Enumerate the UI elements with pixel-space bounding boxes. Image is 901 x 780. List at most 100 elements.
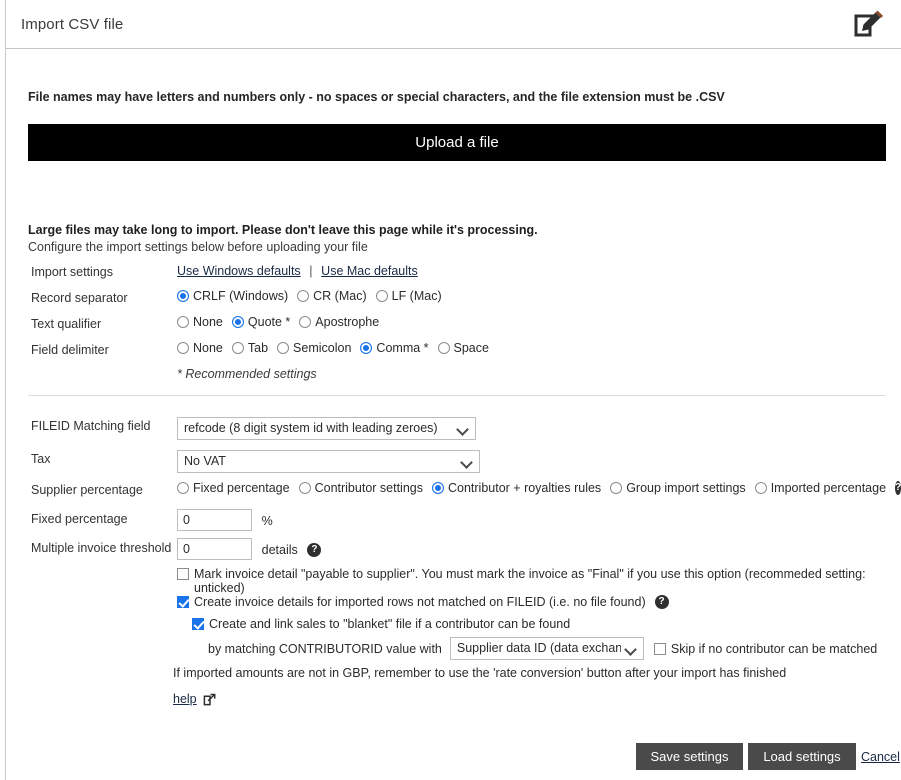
skip-if-no-contributor-checkbox[interactable] (653, 642, 666, 655)
recommended-settings-note: * Recommended settings (177, 367, 317, 381)
load-settings-button[interactable]: Load settings (748, 743, 856, 770)
radio-label: Fixed percentage (193, 481, 290, 495)
radio-indicator (360, 342, 373, 354)
radio-delimiter-space[interactable]: Space (437, 341, 489, 355)
multiple-invoice-threshold-input[interactable] (177, 538, 252, 560)
supplier-percentage-row: Supplier percentage Fixed percentage Con… (6, 481, 901, 503)
create-invoice-details-row[interactable]: Create invoice details for imported rows… (177, 595, 669, 609)
radio-indicator (277, 342, 290, 354)
fileid-matching-select[interactable]: refcode (8 digit system id with leading … (177, 417, 476, 440)
field-delimiter-row: Field delimiter None Tab Semicolon Comma… (6, 341, 901, 363)
radio-indicator (375, 290, 388, 302)
use-mac-defaults-link[interactable]: Use Mac defaults (321, 264, 418, 278)
tax-field: No VAT (177, 450, 891, 473)
radio-delimiter-comma[interactable]: Comma * (360, 341, 429, 355)
radio-delimiter-tab[interactable]: Tab (231, 341, 269, 355)
radio-contributor-royalties-rules[interactable]: Contributor + royalties rules (431, 481, 602, 495)
radio-indicator (297, 290, 310, 302)
field-delimiter-label: Field delimiter (31, 343, 109, 357)
fileid-matching-label: FILEID Matching field (31, 419, 151, 433)
tax-select-wrap: No VAT (177, 450, 480, 473)
help-circle-icon[interactable]: ? (307, 542, 322, 557)
supplier-data-id-select[interactable]: Supplier data ID (data exchange) (449, 637, 644, 660)
radio-qualifier-none[interactable]: None (177, 315, 223, 329)
payable-to-supplier-row[interactable]: Mark invoice detail "payable to supplier… (177, 567, 891, 595)
create-invoice-details-checkbox[interactable] (177, 596, 189, 608)
radio-delimiter-none[interactable]: None (177, 341, 223, 355)
large-files-warning: Large files may take long to import. Ple… (28, 223, 538, 237)
radio-label: Apostrophe (315, 315, 380, 329)
radio-fixed-percentage[interactable]: Fixed percentage (177, 481, 290, 495)
create-invoice-details-label: Create invoice details for imported rows… (194, 595, 646, 609)
radio-indicator (610, 482, 623, 494)
radio-label: Contributor settings (314, 481, 423, 495)
contributorid-matching-prefix: by matching CONTRIBUTORID value with (208, 641, 442, 656)
radio-contributor-settings[interactable]: Contributor settings (298, 481, 423, 495)
create-link-blanket-row[interactable]: Create and link sales to "blanket" file … (192, 617, 570, 631)
radio-crlf-windows[interactable]: CRLF (Windows) (177, 289, 288, 303)
radio-indicator (299, 316, 312, 328)
configure-settings-hint: Configure the import settings below befo… (28, 240, 368, 254)
radio-cr-mac[interactable]: CR (Mac) (297, 289, 367, 303)
gbp-conversion-note: If imported amounts are not in GBP, reme… (173, 666, 787, 680)
multiple-invoice-threshold-suffix: details (261, 542, 298, 557)
text-qualifier-row: Text qualifier None Quote * Apostrophe (6, 315, 901, 337)
radio-label: Group import settings (626, 481, 746, 495)
page-title: Import CSV file (21, 16, 124, 33)
help-link-row[interactable]: help (173, 692, 216, 706)
record-separator-row: Record separator CRLF (Windows) CR (Mac)… (6, 289, 901, 311)
radio-label: None (193, 341, 223, 355)
skip-if-no-contributor-row[interactable]: Skip if no contributor can be matched (653, 641, 878, 656)
help-link[interactable]: help (173, 692, 197, 706)
radio-qualifier-apostrophe[interactable]: Apostrophe (299, 315, 379, 329)
supplier-percentage-label: Supplier percentage (31, 483, 143, 497)
radio-label: CR (Mac) (313, 289, 367, 303)
cancel-link[interactable]: Cancel (861, 750, 900, 764)
settings-divider (28, 395, 886, 396)
radio-indicator (177, 342, 189, 354)
import-settings-label: Import settings (31, 265, 113, 279)
fixed-percentage-input[interactable] (177, 509, 252, 531)
radio-lf-mac[interactable]: LF (Mac) (375, 289, 442, 303)
radio-label: Contributor + royalties rules (447, 481, 602, 495)
help-circle-icon[interactable]: ? (654, 595, 669, 609)
radio-indicator (754, 482, 767, 494)
dialog-content: File names may have letters and numbers … (6, 49, 901, 780)
help-circle-icon[interactable]: ? (895, 481, 901, 495)
multiple-invoice-threshold-row: Multiple invoice threshold details ? (6, 538, 901, 564)
radio-indicator (298, 482, 311, 494)
import-settings-row: Import settings Use Windows defaults | U… (6, 263, 901, 285)
fileid-matching-field: refcode (8 digit system id with leading … (177, 417, 891, 440)
text-qualifier-options: None Quote * Apostrophe (177, 315, 891, 329)
multiple-invoice-threshold-field: details ? (177, 538, 891, 560)
radio-delimiter-semicolon[interactable]: Semicolon (277, 341, 351, 355)
contributorid-matching-row: by matching CONTRIBUTORID value with Sup… (208, 637, 877, 660)
radio-indicator (177, 316, 189, 328)
radio-indicator (177, 482, 189, 494)
radio-qualifier-quote[interactable]: Quote * (231, 315, 291, 329)
radio-label: Space (453, 341, 489, 355)
supplier-data-id-select-wrap: Supplier data ID (data exchange) (449, 637, 644, 660)
import-csv-dialog: Import CSV file File names may have lett… (5, 0, 901, 780)
edit-pencil-square-icon[interactable] (852, 9, 884, 41)
payable-to-supplier-checkbox[interactable] (177, 568, 189, 580)
use-windows-defaults-link[interactable]: Use Windows defaults (177, 264, 301, 278)
links-separator: | (309, 264, 313, 278)
tax-select[interactable]: No VAT (177, 450, 480, 473)
fixed-percentage-row: Fixed percentage % (6, 509, 901, 535)
upload-a-file-button[interactable]: Upload a file (28, 124, 886, 161)
record-separator-options: CRLF (Windows) CR (Mac) LF (Mac) (177, 289, 891, 303)
skip-if-no-contributor-label: Skip if no contributor can be matched (670, 641, 878, 656)
radio-label: Quote * (247, 315, 291, 329)
create-link-blanket-checkbox[interactable] (192, 618, 204, 630)
fileid-matching-row: FILEID Matching field refcode (8 digit s… (6, 417, 901, 443)
radio-imported-percentage[interactable]: Imported percentage (754, 481, 886, 495)
radio-group-import-settings[interactable]: Group import settings (610, 481, 746, 495)
supplier-percentage-options: Fixed percentage Contributor settings Co… (177, 481, 901, 495)
external-link-icon[interactable] (203, 693, 216, 706)
radio-label: Tab (247, 341, 269, 355)
save-settings-button[interactable]: Save settings (636, 743, 743, 770)
radio-indicator (437, 342, 450, 354)
radio-label: None (193, 315, 223, 329)
radio-indicator (231, 342, 244, 354)
